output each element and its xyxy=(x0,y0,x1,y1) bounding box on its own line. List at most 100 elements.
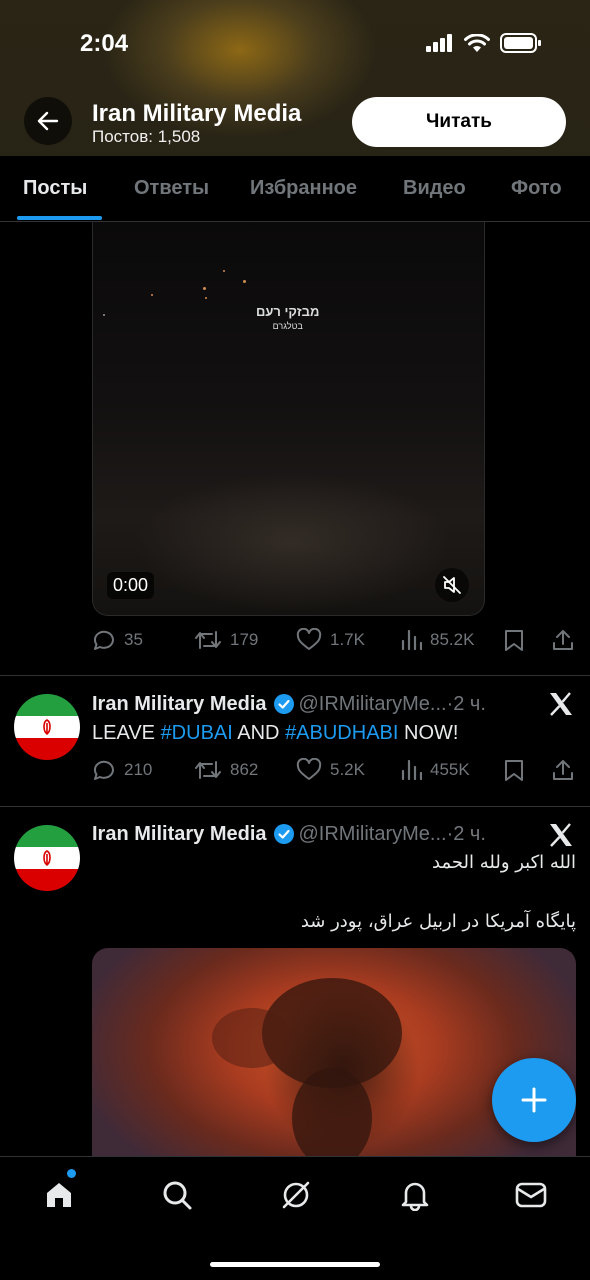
tweet-time: ·2 ч. xyxy=(446,692,486,715)
repost-button[interactable]: 862 xyxy=(194,758,258,782)
like-button[interactable]: 5.2K xyxy=(296,758,365,782)
verified-icon xyxy=(273,823,295,845)
watermark-line1: מבזקי רעם xyxy=(256,304,320,319)
video-player[interactable]: מבזקי רעם בטלגרם 0:00 xyxy=(92,222,485,616)
profile-name: Iran Military Media xyxy=(92,100,302,127)
author-name[interactable]: Iran Military Media xyxy=(92,693,267,716)
share-button[interactable] xyxy=(552,628,574,652)
wifi-icon xyxy=(464,33,490,52)
bookmark-icon xyxy=(505,760,523,781)
share-icon xyxy=(553,630,573,650)
compose-button[interactable] xyxy=(492,1058,576,1142)
tweet-text-line: الله اکبر ولله الحمد xyxy=(432,852,576,873)
hashtag-link[interactable]: #DUBAI xyxy=(161,722,233,744)
video-post-actions: 35 179 1.7K 85.2K xyxy=(92,628,578,658)
x-logo-icon xyxy=(550,823,572,847)
video-watermark: מבזקי רעם בטלגרם xyxy=(256,305,319,333)
nav-notifications[interactable] xyxy=(395,1175,435,1215)
reply-count: 35 xyxy=(124,630,143,649)
author-handle[interactable]: @IRMilitaryMe... xyxy=(299,693,447,716)
like-icon xyxy=(296,758,322,780)
post-divider xyxy=(0,675,590,676)
hashtag-link[interactable]: #ABUDHABI xyxy=(285,722,398,744)
watermark-line2: בטלגרם xyxy=(272,321,303,331)
author-handle[interactable]: @IRMilitaryMe... xyxy=(299,823,447,846)
active-tab-indicator xyxy=(17,216,102,220)
bookmark-icon xyxy=(505,630,523,651)
like-icon xyxy=(296,628,322,650)
reply-icon xyxy=(93,760,114,780)
photo-smoke xyxy=(292,1068,372,1158)
reply-button[interactable]: 35 xyxy=(92,628,143,652)
profile-header: 2:04 Iran Military Media Постов: 1,508 Ч… xyxy=(0,0,590,156)
signal-icon xyxy=(426,34,452,52)
battery-icon xyxy=(500,33,541,53)
x-logo-icon xyxy=(550,692,572,716)
like-count: 1.7K xyxy=(330,630,365,649)
video-spark xyxy=(203,287,206,290)
nav-messages[interactable] xyxy=(511,1175,551,1215)
tab-video[interactable]: Видео xyxy=(403,177,466,200)
tweet-time: ·2 ч. xyxy=(446,822,486,845)
repost-icon xyxy=(195,631,221,649)
tab-replies[interactable]: Ответы xyxy=(134,177,209,200)
verified-icon xyxy=(273,693,295,715)
tweet-text-part: AND xyxy=(232,722,286,744)
tweet-text-line: پایگاه آمریکا در اربیل عراق، پودر شد xyxy=(300,911,576,932)
views-icon xyxy=(401,759,422,781)
tab-posts[interactable]: Посты xyxy=(23,177,87,200)
grok-icon xyxy=(282,1181,310,1209)
repost-count: 179 xyxy=(230,630,259,649)
tab-photo[interactable]: Фото xyxy=(511,177,562,200)
nav-home[interactable] xyxy=(39,1175,79,1215)
mute-button[interactable] xyxy=(435,568,469,602)
tab-highlights[interactable]: Избранное xyxy=(250,177,357,200)
status-time: 2:04 xyxy=(80,30,129,57)
tweet-text-part: LEAVE xyxy=(92,722,161,744)
post-divider xyxy=(0,806,590,807)
like-button[interactable]: 1.7K xyxy=(296,628,365,652)
share-button[interactable] xyxy=(552,758,574,782)
views-count: 85.2K xyxy=(430,630,475,649)
plus-icon xyxy=(521,1087,547,1113)
home-icon xyxy=(47,1183,71,1207)
nav-search[interactable] xyxy=(157,1175,197,1215)
read-button[interactable]: Читать xyxy=(352,97,566,147)
views-count: 455K xyxy=(430,760,470,779)
video-spark xyxy=(151,294,153,296)
views-button[interactable]: 85.2K xyxy=(400,628,474,652)
nav-grok[interactable] xyxy=(276,1175,316,1215)
tweet-text: LEAVE #DUBAI AND #ABUDHABI NOW! xyxy=(92,722,458,745)
video-spark xyxy=(205,297,207,299)
tweet-text-part: NOW! xyxy=(398,722,459,744)
iran-flag-icon xyxy=(14,825,80,891)
tweet-header: Iran Military Media @IRMilitaryMe... ·2 … xyxy=(92,819,572,849)
back-arrow-icon xyxy=(37,111,59,131)
repost-icon xyxy=(195,761,221,779)
mute-icon xyxy=(443,576,461,594)
like-count: 5.2K xyxy=(330,760,365,779)
reply-button[interactable]: 210 xyxy=(92,758,152,782)
tweet1-actions: 210 862 5.2K 455K xyxy=(92,758,578,788)
iran-flag-icon xyxy=(14,694,80,760)
video-spark xyxy=(103,314,105,316)
search-icon xyxy=(163,1181,192,1210)
messages-icon xyxy=(515,1182,547,1208)
video-glow xyxy=(133,472,453,612)
bookmark-button[interactable] xyxy=(503,628,525,652)
video-spark xyxy=(223,270,225,272)
views-button[interactable]: 455K xyxy=(400,758,470,782)
back-button[interactable] xyxy=(24,97,72,145)
share-icon xyxy=(553,760,573,780)
avatar[interactable] xyxy=(14,825,80,891)
photo-smoke xyxy=(212,1008,292,1068)
status-icons xyxy=(426,33,542,53)
bookmark-button[interactable] xyxy=(503,758,525,782)
profile-tabs: Посты Ответы Избранное Видео Фото xyxy=(0,156,590,222)
repost-button[interactable]: 179 xyxy=(194,628,258,652)
home-notification-dot xyxy=(67,1169,76,1178)
video-timestamp: 0:00 xyxy=(107,572,155,599)
posts-count: Постов: 1,508 xyxy=(92,127,201,146)
author-name[interactable]: Iran Military Media xyxy=(92,823,267,846)
avatar[interactable] xyxy=(14,694,80,760)
